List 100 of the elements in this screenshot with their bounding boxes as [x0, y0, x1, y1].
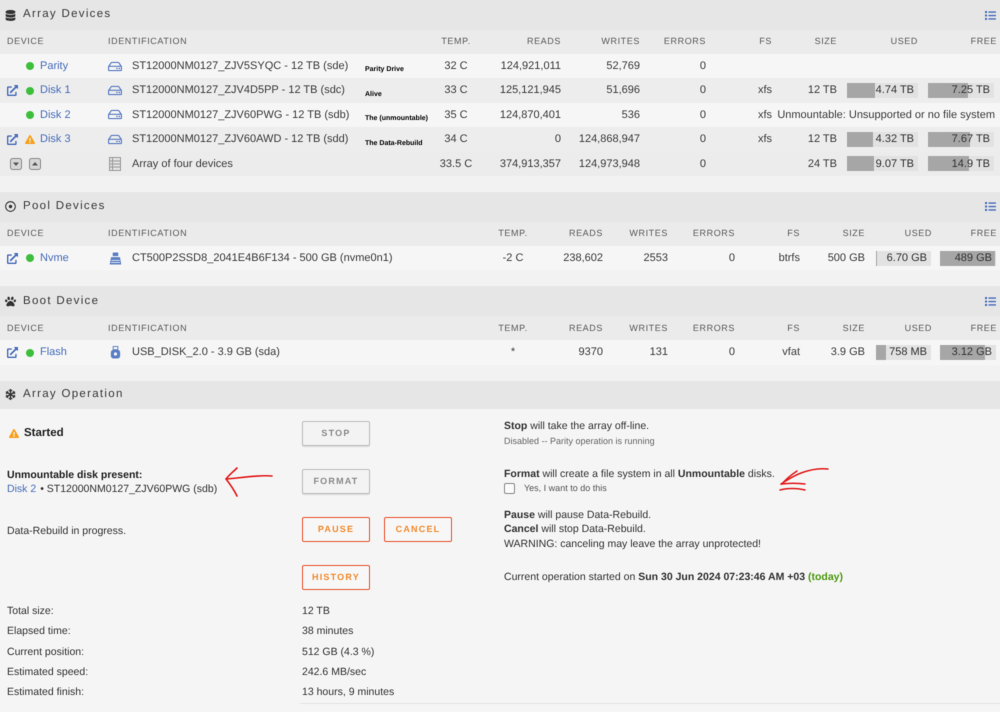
storage-device-icon [108, 252, 122, 265]
action-button[interactable]: HISTORY [302, 565, 370, 590]
stat-value: 512 GB (4.3 %) [302, 646, 374, 658]
help-text: Cancel will stop Data-Rebuild. [504, 522, 646, 537]
column-header: WRITES [600, 35, 641, 48]
database-icon [5, 10, 16, 20]
table-cell-text: 33.5 C [438, 156, 474, 172]
action-button[interactable]: CANCEL [384, 517, 452, 542]
table-cell-text: 125,121,945 [498, 83, 562, 98]
help-text: Format will create a file system in all Unmountable disks. [504, 466, 775, 482]
unmountable-heading: Unmountable disk present: [7, 468, 144, 482]
device-identification: ST12000NM0127_ZJV4D5PP - 12 TB (sdc) [132, 83, 345, 98]
device-link[interactable]: Parity [40, 58, 68, 74]
table-cell-text: 124,921,011 [500, 58, 562, 74]
section-title: Pool Devices [23, 199, 106, 214]
column-header: FREE [970, 35, 998, 48]
table-cell-text: 124,973,948 [578, 156, 641, 172]
snowflake-icon [5, 389, 16, 400]
caret-up-icon[interactable] [29, 158, 41, 170]
hard-drive-icon [108, 60, 122, 73]
stat-label: Estimated finish: [7, 686, 84, 698]
table-cell-text: 0 [698, 58, 707, 74]
caret-down-icon[interactable] [10, 158, 22, 170]
device-identification: ST12000NM0127_ZJV60PWG - 12 TB (sdb) [132, 108, 350, 123]
operation-start-text: Current operation started on Sun 30 Jun 2024 07:23:46 AM +03 (today) [504, 570, 844, 585]
list-view-icon[interactable] [984, 296, 997, 307]
table-cell-text: 131 [648, 345, 669, 360]
table-cell-text: 0 [728, 250, 736, 266]
device-link[interactable]: Disk 3 [40, 131, 71, 148]
help-text: Stop will take the array off-line. [504, 419, 650, 434]
section-title: Boot Device [23, 294, 100, 309]
table-cell-text: 0 [728, 345, 736, 360]
table-cell-text: 51,696 [605, 83, 641, 98]
device-link[interactable]: Disk 2 [40, 106, 71, 124]
hard-drive-icon [108, 84, 122, 98]
progress-text: Data-Rebuild in progress. [7, 524, 126, 537]
table-cell-text: 238,602 [562, 250, 604, 266]
column-header: ERRORS [692, 227, 736, 240]
column-header: ERRORS [692, 322, 736, 335]
checkbox[interactable] [504, 483, 515, 494]
table-cell-text: 0 [698, 83, 707, 98]
column-header: FS [786, 227, 801, 240]
external-link-icon[interactable] [7, 252, 18, 264]
usage-reading: 9.07 TB [876, 156, 915, 172]
stat-value: 12 TB [302, 605, 330, 617]
table-cell-text: 124,870,401 [498, 108, 562, 123]
list-view-icon[interactable] [984, 10, 997, 20]
column-header: WRITES [628, 227, 669, 240]
device-link[interactable]: Flash [40, 344, 67, 361]
disk-link[interactable]: Disk 2 [7, 482, 36, 496]
table-cell-text: 34 C [443, 132, 469, 148]
usage-reading: 4.32 TB [876, 132, 915, 148]
column-header: IDENTIFICATION [107, 227, 188, 240]
usb-stick-icon [108, 346, 122, 360]
help-note: Disabled -- Parity operation is running [504, 434, 656, 448]
array-status-text: Started [24, 426, 64, 442]
external-link-icon[interactable] [7, 85, 18, 96]
table-cell-text: 500 GB [826, 250, 866, 266]
device-link[interactable]: Disk 1 [40, 82, 71, 99]
list-view-icon[interactable] [984, 201, 997, 212]
table-cell-text: 0 [698, 156, 707, 172]
usage-reading: 6.70 GB [886, 250, 928, 266]
device-identification: ST12000NM0127_ZJV5SYQC - 12 TB (sde) [132, 58, 348, 74]
table-cell-text: vfat [781, 345, 801, 360]
column-header: FREE [970, 322, 998, 335]
table-cell-text: 24 TB [806, 156, 838, 172]
section-title: Array Operation [23, 387, 124, 402]
column-header: ERRORS [662, 35, 707, 48]
device-identification: ST12000NM0127_ZJV60AWD - 12 TB (sdd) [132, 132, 348, 148]
usage-reading: 489 GB [954, 250, 993, 266]
table-cell-text: * [510, 345, 516, 360]
usage-reading: 3.12 GB [952, 345, 993, 360]
stat-label: Elapsed time: [7, 625, 71, 638]
column-header: USED [904, 227, 933, 240]
column-header: READS [568, 227, 604, 240]
column-header: DEVICE [6, 322, 46, 335]
usage-reading: 7.67 TB [952, 132, 991, 148]
usage-reading: 758 MB [889, 345, 928, 360]
hard-drive-icon [108, 108, 122, 122]
table-cell-text: btrfs [778, 250, 801, 266]
column-header: TEMP. [497, 322, 529, 335]
column-header: IDENTIFICATION [107, 35, 188, 48]
device-link[interactable]: Nvme [40, 250, 69, 266]
hard-drive-icon [108, 132, 122, 146]
table-cell-text: 12 TB [806, 83, 838, 98]
table-cell-text: 0 [698, 108, 707, 123]
usage-reading: 4.74 TB [876, 83, 915, 98]
column-header: USED [904, 322, 933, 335]
column-header: SIZE [814, 35, 838, 48]
table-cell-text: 33 C [443, 83, 469, 98]
column-header: READS [526, 35, 562, 48]
external-link-icon[interactable] [7, 347, 18, 358]
column-header: WRITES [628, 322, 669, 335]
column-header: SIZE [842, 227, 866, 240]
stat-value: 38 minutes [302, 625, 354, 638]
device-identification: CT500P2SSD8_2041E4B6F134 - 500 GB (nvme0n1) [132, 250, 392, 266]
table-cell-text: -2 C [502, 250, 524, 266]
external-link-icon[interactable] [7, 134, 18, 145]
action-button[interactable]: PAUSE [302, 517, 370, 542]
stat-value: 242.6 MB/sec [302, 666, 366, 678]
